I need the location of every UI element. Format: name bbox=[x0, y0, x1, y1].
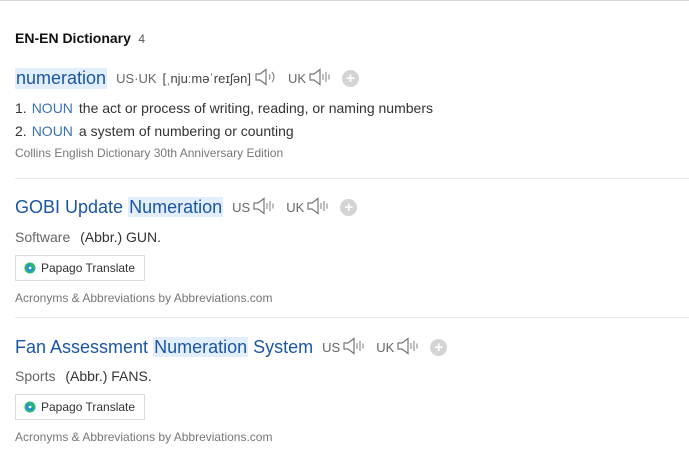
entry-source: Acronyms & Abbreviations by Abbreviation… bbox=[15, 291, 273, 305]
headword-highlight: Numeration bbox=[153, 336, 249, 357]
speaker-icon[interactable] bbox=[252, 196, 276, 218]
abbr-line: Sports (Abbr.) FANS. bbox=[15, 368, 689, 384]
headword-link[interactable]: GOBI Update Numeration bbox=[15, 196, 224, 218]
us-label: US bbox=[322, 339, 341, 355]
entry-header: GOBI Update Numeration US UK + bbox=[15, 194, 689, 220]
papago-icon bbox=[24, 401, 36, 413]
speaker-icon[interactable] bbox=[396, 336, 420, 358]
part-of-speech: NOUN bbox=[31, 99, 73, 116]
abbr-meaning: (Abbr.) GUN. bbox=[80, 229, 162, 245]
uk-pronunciation: UK bbox=[286, 196, 330, 218]
speaker-icon[interactable] bbox=[342, 336, 366, 358]
papago-translate-label: Papago Translate bbox=[41, 261, 136, 275]
section-title: EN-EN Dictionary 4 bbox=[15, 30, 145, 48]
definition-text: a system of numbering or counting bbox=[78, 122, 294, 139]
entry-gobi-update-numeration: GOBI Update Numeration US UK + Software … bbox=[15, 194, 689, 305]
speaker-icon[interactable] bbox=[254, 67, 278, 89]
def-number: 2. bbox=[15, 122, 27, 139]
headword-link[interactable]: numeration bbox=[15, 67, 108, 89]
phonetic-text: [ˌnjuːməˈreɪʃən] bbox=[162, 70, 251, 86]
add-wordbook-button[interactable]: + bbox=[430, 338, 448, 356]
entry-divider bbox=[15, 178, 689, 179]
add-wordbook-button[interactable]: + bbox=[342, 69, 360, 87]
papago-icon bbox=[24, 262, 36, 274]
headword-part: GOBI Update bbox=[15, 196, 124, 217]
uk-label: UK bbox=[287, 70, 307, 86]
uk-pronunciation: UK bbox=[287, 67, 332, 89]
entry-numeration: numeration US·UK [ˌnjuːməˈreɪʃən] UK + 1… bbox=[15, 65, 689, 160]
us-pronunciation: US bbox=[232, 196, 276, 218]
definition-1: 1. NOUN the act or process of writing, r… bbox=[15, 96, 689, 119]
part-of-speech: NOUN bbox=[31, 122, 73, 139]
entry-source: Acronyms & Abbreviations by Abbreviation… bbox=[15, 430, 273, 444]
papago-translate-button[interactable]: Papago Translate bbox=[15, 255, 146, 281]
category-label: Sports bbox=[15, 368, 56, 384]
category-label: Software bbox=[15, 229, 71, 245]
us-pronunciation: US bbox=[322, 336, 366, 358]
section-title-text: EN-EN Dictionary bbox=[15, 30, 131, 46]
us-uk-pronunciation: US·UK [ˌnjuːməˈreɪʃən] bbox=[116, 67, 278, 89]
uk-label: UK bbox=[286, 199, 305, 215]
top-divider bbox=[0, 0, 689, 1]
def-number: 1. bbox=[15, 99, 27, 116]
entry-header: numeration US·UK [ˌnjuːməˈreɪʃən] UK + bbox=[15, 65, 689, 91]
entry-header: Fan Assessment Numeration System US UK + bbox=[15, 334, 689, 360]
us-label: US bbox=[232, 199, 251, 215]
abbr-meaning: (Abbr.) FANS. bbox=[65, 368, 152, 384]
uk-label: UK bbox=[376, 339, 395, 355]
definition-2: 2. NOUN a system of numbering or countin… bbox=[15, 119, 689, 142]
definition-text: the act or process of writing, reading, … bbox=[78, 99, 433, 116]
us-uk-label: US·UK bbox=[116, 70, 157, 86]
entry-divider bbox=[15, 317, 689, 318]
headword-part: Fan Assessment bbox=[15, 336, 149, 357]
abbr-line: Software (Abbr.) GUN. bbox=[15, 229, 689, 245]
entry-fan-assessment-numeration-system: Fan Assessment Numeration System US UK +… bbox=[15, 334, 689, 444]
headword-highlight: Numeration bbox=[128, 196, 224, 217]
headword-part: System bbox=[253, 336, 314, 357]
headword-link[interactable]: Fan Assessment Numeration System bbox=[15, 336, 314, 358]
uk-pronunciation: UK bbox=[376, 336, 420, 358]
add-wordbook-button[interactable]: + bbox=[340, 198, 358, 216]
papago-translate-button[interactable]: Papago Translate bbox=[15, 394, 146, 420]
speaker-icon[interactable] bbox=[308, 67, 332, 89]
entry-source: Collins English Dictionary 30th Annivers… bbox=[15, 146, 284, 160]
speaker-icon[interactable] bbox=[306, 196, 330, 218]
papago-translate-label: Papago Translate bbox=[41, 400, 136, 414]
result-count: 4 bbox=[138, 32, 146, 46]
